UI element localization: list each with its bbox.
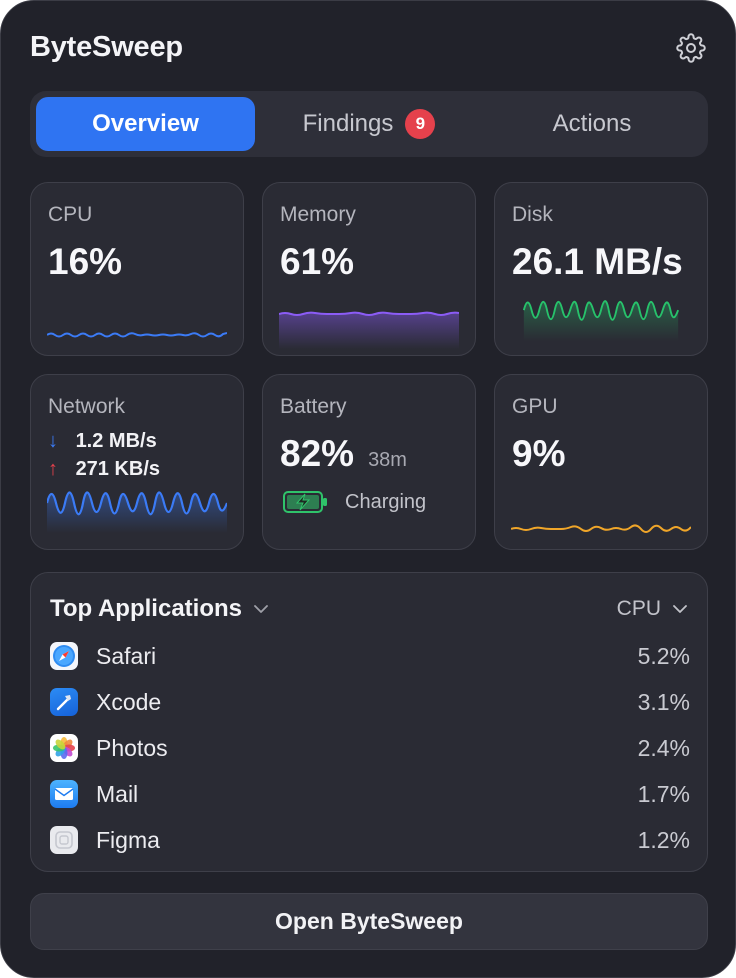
app-row-safari[interactable]: Safari 5.2% [50, 636, 690, 676]
app-row-xcode[interactable]: Xcode 3.1% [50, 682, 690, 722]
app-name: Photos [96, 734, 168, 761]
app-name: Mail [96, 780, 139, 807]
app-cpu-value: 1.7% [637, 780, 690, 807]
mail-icon [50, 780, 78, 808]
top-applications-panel: Top Applications CPU Safari 5.2% Xcode 3… [30, 572, 708, 872]
photos-icon [50, 734, 78, 762]
charging-status: Charging [283, 490, 426, 514]
network-label: Network [48, 395, 126, 418]
safari-icon [50, 642, 78, 670]
tab-overview[interactable]: Overview [36, 97, 255, 151]
chevron-down-icon [673, 605, 687, 613]
app-cpu-value: 5.2% [637, 642, 690, 669]
network-sparkline [47, 491, 227, 533]
tab-findings-label: Findings [302, 110, 394, 137]
cpu-card[interactable]: CPU 16% [30, 182, 244, 356]
tab-actions[interactable]: Actions [482, 97, 702, 151]
memory-sparkline [279, 311, 459, 349]
arrow-up-icon: ↑ [48, 458, 58, 480]
gpu-card[interactable]: GPU 9% [494, 374, 708, 550]
battery-charging-icon [283, 491, 327, 513]
tab-findings[interactable]: Findings 9 [256, 97, 482, 151]
disk-label: Disk [512, 203, 553, 226]
findings-count-badge: 9 [405, 109, 436, 139]
tab-overview-label: Overview [92, 110, 199, 137]
disk-sparkline [522, 300, 680, 341]
sort-by-dropdown[interactable]: CPU [617, 597, 687, 621]
tab-actions-label: Actions [552, 110, 632, 137]
battery-time-remaining: 38m [368, 449, 407, 471]
cpu-sparkline [47, 332, 227, 338]
xcode-icon [50, 688, 78, 716]
top-applications-title: Top Applications [50, 595, 242, 622]
app-name: Safari [96, 642, 157, 669]
disk-value: 26.1 MB/s [512, 241, 683, 282]
network-card[interactable]: Network ↓ 1.2 MB/s ↑ 271 KB/s [30, 374, 244, 550]
charging-label: Charging [345, 490, 427, 513]
battery-value: 82% [280, 433, 355, 474]
bytesweep-window: ByteSweep Overview Findings 9 Actions CP… [0, 0, 736, 978]
top-applications-dropdown[interactable]: Top Applications [50, 595, 268, 623]
app-row-photos[interactable]: Photos 2.4% [50, 728, 690, 768]
app-row-figma[interactable]: Figma 1.2% [50, 820, 690, 860]
tab-bar: Overview Findings 9 Actions [30, 91, 708, 157]
battery-value-row: 82% 38m [280, 433, 407, 475]
network-upload: ↑ 271 KB/s [48, 458, 160, 481]
network-download: ↓ 1.2 MB/s [48, 430, 157, 453]
app-row-mail[interactable]: Mail 1.7% [50, 774, 690, 814]
app-title: ByteSweep [30, 31, 183, 63]
app-cpu-value: 1.2% [637, 826, 690, 853]
open-bytesweep-button[interactable]: Open ByteSweep [30, 893, 708, 950]
sort-by-label: CPU [616, 597, 661, 620]
disk-card[interactable]: Disk 26.1 MB/s [494, 182, 708, 356]
figma-icon [50, 826, 78, 854]
battery-label: Battery [280, 395, 347, 418]
battery-card[interactable]: Battery 82% 38m Charging [262, 374, 476, 550]
gear-icon[interactable] [676, 33, 706, 63]
gpu-label: GPU [512, 395, 558, 418]
app-name: Figma [96, 826, 160, 853]
memory-value: 61% [280, 241, 355, 282]
network-upload-value: 271 KB/s [75, 458, 161, 480]
memory-card[interactable]: Memory 61% [262, 182, 476, 356]
network-download-value: 1.2 MB/s [75, 430, 157, 452]
app-cpu-value: 3.1% [637, 688, 690, 715]
chevron-down-icon [254, 605, 268, 613]
app-name: Xcode [96, 688, 162, 715]
arrow-down-icon: ↓ [48, 430, 58, 452]
gpu-value: 9% [512, 433, 566, 474]
cpu-label: CPU [48, 203, 93, 226]
cpu-value: 16% [48, 241, 123, 282]
memory-label: Memory [280, 203, 356, 226]
app-cpu-value: 2.4% [637, 734, 690, 761]
gpu-sparkline [511, 524, 691, 533]
